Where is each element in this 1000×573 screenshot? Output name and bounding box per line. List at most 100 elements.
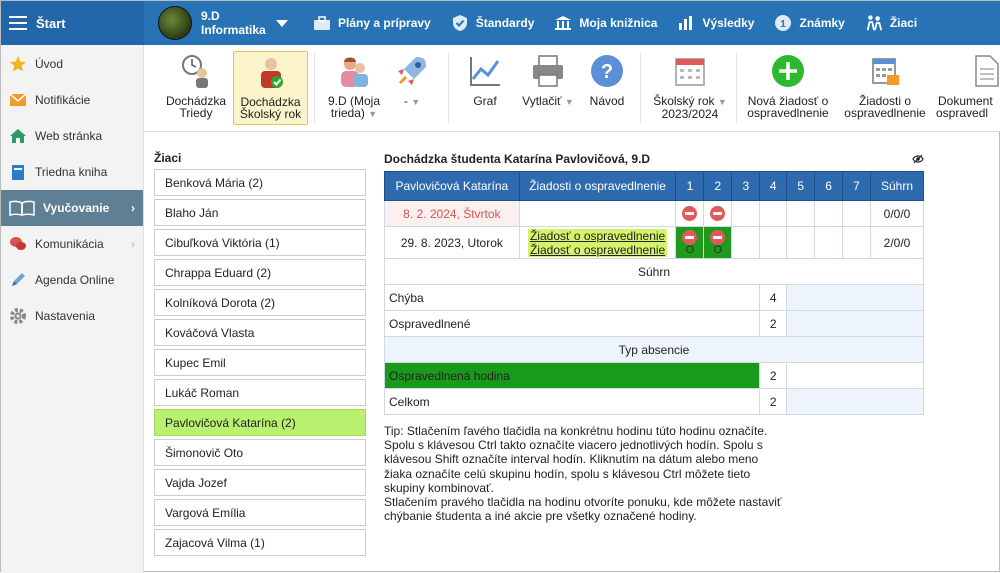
hour-cell[interactable] xyxy=(731,200,761,227)
dropdown-arrow-icon: ▼ xyxy=(564,97,574,107)
class-select-button[interactable]: 9.D (Moja trieda) ▼ xyxy=(322,51,386,125)
help-icon: ? xyxy=(589,53,625,89)
summary-label: Chýba xyxy=(383,284,761,311)
header-hour[interactable]: 7 xyxy=(842,171,871,201)
dropdown-arrow-icon: ▼ xyxy=(368,109,378,119)
header-hour[interactable]: 4 xyxy=(759,171,788,201)
hour-cell-excused[interactable]: O xyxy=(675,226,705,259)
student-item[interactable]: Vajda Jozef xyxy=(154,469,366,496)
school-year-button[interactable]: Školský rok ▼ 2023/2024 xyxy=(652,51,728,125)
toolbar-divider xyxy=(640,53,641,123)
student-item[interactable]: Chrappa Eduard (2) xyxy=(154,259,366,286)
header-student[interactable]: Pavlovičová Katarína xyxy=(384,171,520,201)
row-sum: 2/0/0 xyxy=(869,226,925,259)
header-hour[interactable]: 5 xyxy=(786,171,816,201)
calendar-icon xyxy=(672,53,708,89)
svg-text:?: ? xyxy=(601,61,613,83)
hour-cell[interactable] xyxy=(675,200,705,227)
summary-header-row: Súhrn xyxy=(384,258,924,285)
sidebar: Úvod Notifikácie Web stránka Triedna kni… xyxy=(1,45,144,573)
hour-cell-excused[interactable]: O xyxy=(703,226,733,259)
request-link[interactable]: Žiadosť o ospravedlnenie xyxy=(527,228,668,243)
header-hour[interactable]: 2 xyxy=(703,171,733,201)
start-button[interactable]: Štart xyxy=(1,1,144,45)
hour-cell[interactable] xyxy=(842,226,871,259)
attendance-year-button[interactable]: Dochádzka Školský rok xyxy=(233,51,308,125)
requests-button[interactable]: Žiadosti o ospravedlnenie xyxy=(840,51,930,125)
student-item[interactable]: Benková Mária (2) xyxy=(154,169,366,196)
student-item[interactable]: Šimonovič Oto xyxy=(154,439,366,466)
type-value: 2 xyxy=(759,388,788,415)
type-label: Ospravedlnená hodina xyxy=(383,362,761,389)
student-item[interactable]: Cibuľková Viktória (1) xyxy=(154,229,366,256)
student-item-selected[interactable]: Pavlovičová Katarína (2) xyxy=(154,409,366,436)
sidebar-item-intro[interactable]: Úvod xyxy=(1,46,143,82)
nav-standards[interactable]: Štandardy xyxy=(451,15,534,31)
absent-minus-icon xyxy=(710,206,726,222)
eye-icon[interactable] xyxy=(912,153,924,167)
summary-value: 4 xyxy=(759,284,788,311)
hour-cell[interactable] xyxy=(731,226,761,259)
hour-cell[interactable] xyxy=(814,200,844,227)
student-item[interactable]: Kolníková Dorota (2) xyxy=(154,289,366,316)
sidebar-item-notifications[interactable]: Notifikácie xyxy=(1,82,143,118)
home-icon xyxy=(9,127,27,145)
star-icon xyxy=(9,55,27,73)
request-link[interactable]: Žiadosť o ospravedlnenie xyxy=(527,242,668,257)
documents-button[interactable]: Dokument ospravedl xyxy=(936,51,1000,125)
nav-grades[interactable]: 1 Známky xyxy=(774,15,845,31)
rocket-button[interactable]: - ▼ xyxy=(388,51,436,125)
students-title: Žiaci xyxy=(154,151,182,165)
row-requests xyxy=(518,200,677,227)
class-selector[interactable]: 9.D Informatika xyxy=(158,6,288,40)
sidebar-item-communication[interactable]: Komunikácia › xyxy=(1,226,143,262)
row-date[interactable]: 8. 2. 2024, Štvrtok xyxy=(384,200,520,227)
graph-button[interactable]: Graf xyxy=(462,51,508,125)
hour-cell[interactable] xyxy=(703,200,733,227)
print-button[interactable]: Vytlačiť ▼ xyxy=(518,51,578,125)
sidebar-item-website[interactable]: Web stránka xyxy=(1,118,143,154)
hour-cell[interactable] xyxy=(814,226,844,259)
library-icon xyxy=(554,15,572,31)
type-row: Ospravedlnená hodina 2 xyxy=(383,362,924,389)
guide-button[interactable]: ? Návod xyxy=(584,51,630,125)
hour-cell[interactable] xyxy=(842,200,871,227)
header-hour[interactable]: 3 xyxy=(731,171,761,201)
chevron-right-icon: › xyxy=(131,237,135,251)
students-icon xyxy=(865,15,883,31)
nav-library[interactable]: Moja knižnica xyxy=(554,15,657,31)
hour-cell[interactable] xyxy=(786,200,816,227)
student-item[interactable]: Zajacová Vilma (1) xyxy=(154,529,366,556)
nav-plans[interactable]: Plány a prípravy xyxy=(313,15,431,31)
toolbar: Dochádzka Triedy Dochádzka Školský rok 9… xyxy=(144,45,1000,132)
new-request-button[interactable]: Nová žiadosť o ospravedlnenie xyxy=(744,51,832,125)
student-item[interactable]: Vargová Emília xyxy=(154,499,366,526)
sidebar-item-agenda[interactable]: Agenda Online xyxy=(1,262,143,298)
student-item[interactable]: Lukáč Roman xyxy=(154,379,366,406)
shield-check-icon xyxy=(451,15,469,31)
top-nav: Plány a prípravy Štandardy Moja knižnica… xyxy=(313,1,937,45)
sidebar-item-teaching[interactable]: Vyučovanie › xyxy=(1,190,143,226)
header-hour[interactable]: 6 xyxy=(814,171,844,201)
students-group-icon xyxy=(336,53,372,89)
nav-results[interactable]: Výsledky xyxy=(677,15,754,31)
hour-cell[interactable] xyxy=(786,226,816,259)
row-date[interactable]: 29. 8. 2023, Utorok xyxy=(384,226,520,259)
hour-cell[interactable] xyxy=(759,226,788,259)
hour-cell[interactable] xyxy=(759,200,788,227)
class-subject: Informatika xyxy=(201,23,266,37)
dropdown-arrow-icon: ▼ xyxy=(411,97,421,107)
plus-circle-icon xyxy=(770,53,806,89)
type-label: Celkom xyxy=(383,388,761,415)
top-bar: Štart 9.D Informatika Plány a prípravy Š… xyxy=(1,1,1000,45)
absent-minus-icon xyxy=(682,230,698,246)
sidebar-item-settings[interactable]: Nastavenia xyxy=(1,298,143,334)
nav-students[interactable]: Žiaci xyxy=(865,15,917,31)
student-item[interactable]: Kupec Emil xyxy=(154,349,366,376)
attendance-class-button[interactable]: Dochádzka Triedy xyxy=(158,51,234,125)
student-item[interactable]: Kováčová Vlasta xyxy=(154,319,366,346)
header-hour[interactable]: 1 xyxy=(675,171,705,201)
sidebar-item-classbook[interactable]: Triedna kniha xyxy=(1,154,143,190)
student-item[interactable]: Blaho Ján xyxy=(154,199,366,226)
summary-row: Ospravedlnené 2 xyxy=(383,310,924,337)
